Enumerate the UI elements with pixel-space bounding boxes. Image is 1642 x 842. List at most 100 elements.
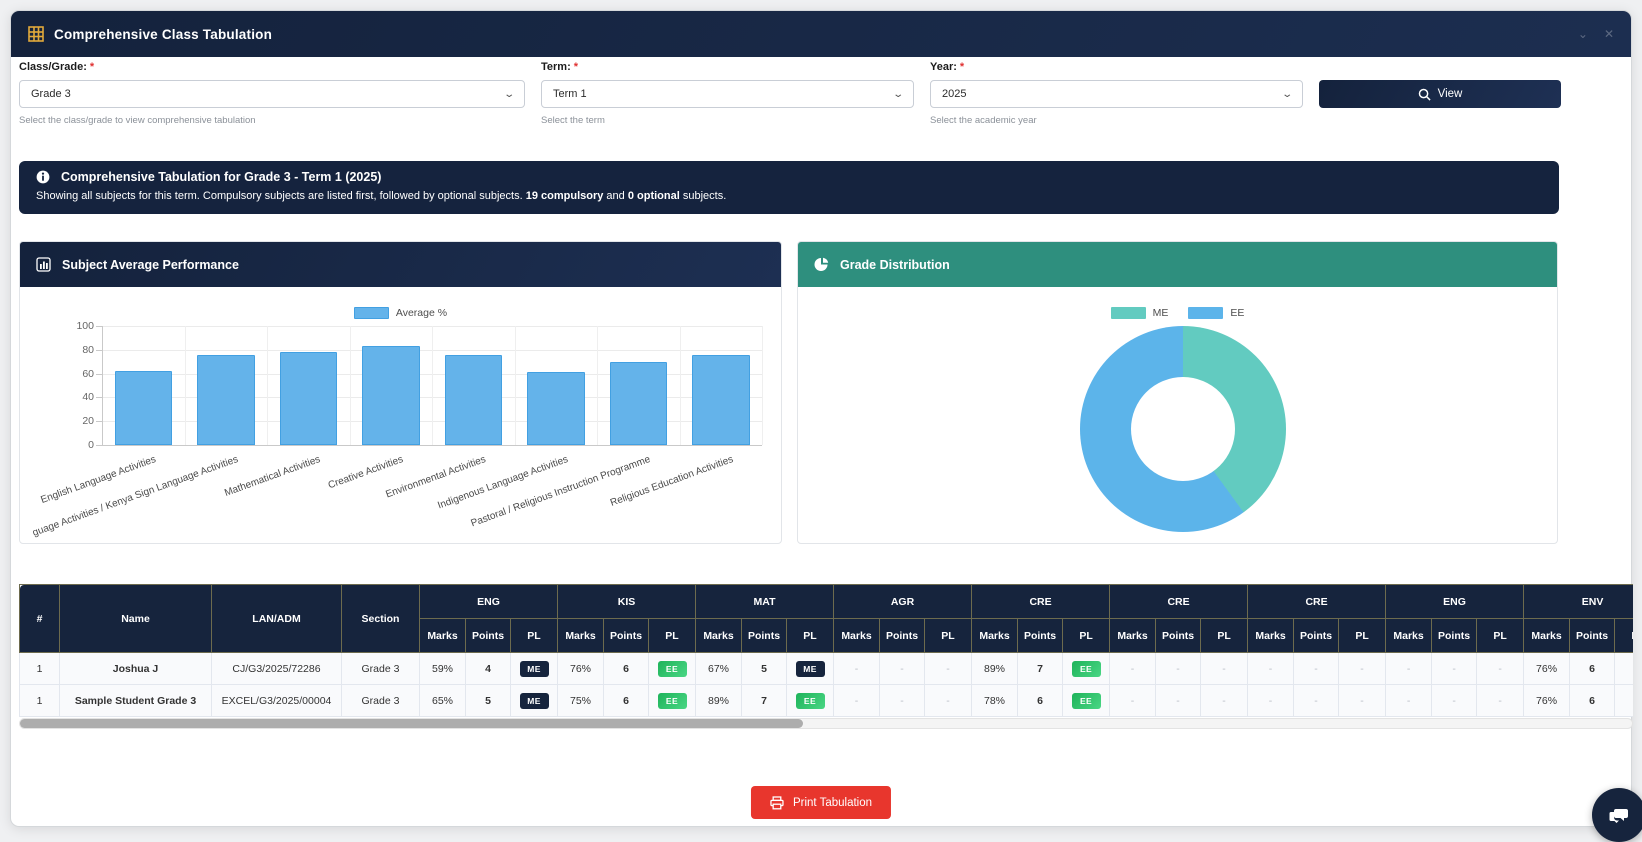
chat-bubbles-icon: [1608, 804, 1630, 826]
sub-column-header: Points: [1294, 619, 1339, 653]
table-cell: 78%: [972, 685, 1018, 717]
table-cell: 6: [1018, 685, 1063, 717]
sub-column-header: Points: [466, 619, 511, 653]
table-row: 1Joshua JCJ/G3/2025/72286Grade 359%4ME76…: [20, 653, 1634, 685]
table-cell: EE: [1063, 685, 1110, 717]
class-grade-helper: Select the class/grade to view comprehen…: [19, 115, 525, 126]
printer-icon: [770, 796, 784, 810]
legend-swatch: [354, 307, 389, 319]
bar-1: [197, 355, 255, 445]
subject-average-card: Subject Average Performance Average %020…: [19, 241, 782, 544]
view-button[interactable]: View: [1319, 80, 1561, 108]
chat-fab-button[interactable]: [1592, 788, 1642, 842]
sub-column-header: PL: [925, 619, 972, 653]
y-axis-label: 60: [50, 368, 94, 380]
sub-column-header: PL: [1477, 619, 1524, 653]
tabulation-table-wrap: #NameLAN/ADMSectionENGKISMATAGRCRECRECRE…: [19, 584, 1633, 717]
horizontal-scrollbar[interactable]: [19, 718, 1633, 729]
table-cell: Sample Student Grade 3: [60, 685, 212, 717]
sub-column-header: Points: [604, 619, 649, 653]
table-cell: -: [1477, 685, 1524, 717]
y-axis-label: 40: [50, 391, 94, 403]
table-cell: 6: [604, 685, 649, 717]
legend-item: Average %: [354, 307, 447, 319]
minimize-icon[interactable]: ⌄: [1578, 27, 1588, 41]
column-header: #: [20, 585, 60, 653]
table-cell: 65%: [420, 685, 466, 717]
term-select[interactable]: Term 1 ⌄: [541, 80, 914, 108]
table-cell: -: [1294, 685, 1339, 717]
bar-chart-icon: [36, 257, 51, 272]
sub-column-header: PL: [1339, 619, 1386, 653]
table-cell: -: [1156, 685, 1201, 717]
sub-column-header: Marks: [696, 619, 742, 653]
y-axis-label: 100: [50, 320, 94, 332]
bar-6: [610, 362, 668, 445]
table-cell: -: [834, 685, 880, 717]
pl-badge-ee: EE: [658, 661, 687, 677]
table-cell: 75%: [558, 685, 604, 717]
bar-5: [527, 372, 585, 445]
bar-7: [692, 355, 750, 445]
class-grade-select[interactable]: Grade 3 ⌄: [19, 80, 525, 108]
sub-column-header: PL: [787, 619, 834, 653]
gridline: [102, 326, 103, 445]
year-select[interactable]: 2025 ⌄: [930, 80, 1303, 108]
column-header: Section: [342, 585, 420, 653]
gridline: [597, 326, 598, 445]
scrollbar-thumb[interactable]: [20, 719, 803, 728]
table-cell: 76%: [1524, 653, 1570, 685]
bar-3: [362, 346, 420, 445]
banner-body: Showing all subjects for this term. Comp…: [36, 190, 1542, 202]
legend-item: ME: [1111, 307, 1169, 319]
tabulation-table: #NameLAN/ADMSectionENGKISMATAGRCRECRECRE…: [19, 584, 1633, 717]
info-icon: [36, 170, 50, 184]
table-cell: 7: [742, 685, 787, 717]
sub-column-header: Marks: [1524, 619, 1570, 653]
table-cell: EE: [649, 653, 696, 685]
subject-group-header: CRE: [972, 585, 1110, 619]
subject-group-header: KIS: [558, 585, 696, 619]
chart-legend: Average %: [20, 307, 781, 319]
table-grid-icon: [28, 26, 44, 42]
table-cell: -: [1432, 653, 1477, 685]
table-cell: EE: [649, 685, 696, 717]
gridline: [185, 326, 186, 445]
y-axis-label: 80: [50, 344, 94, 356]
sub-column-header: Marks: [1110, 619, 1156, 653]
subject-group-header: MAT: [696, 585, 834, 619]
table-cell: [1615, 653, 1633, 685]
sub-column-header: Marks: [1386, 619, 1432, 653]
class-grade-label: Class/Grade:*: [19, 61, 525, 76]
table-cell: -: [834, 653, 880, 685]
table-cell: 76%: [1524, 685, 1570, 717]
table-cell: -: [1339, 685, 1386, 717]
print-tabulation-button[interactable]: Print Tabulation: [751, 786, 891, 819]
table-cell: -: [1339, 653, 1386, 685]
table-cell: [1615, 685, 1633, 717]
table-cell: -: [1386, 653, 1432, 685]
term-helper: Select the term: [541, 115, 914, 126]
legend-swatch: [1111, 307, 1146, 319]
close-icon[interactable]: ✕: [1604, 27, 1614, 41]
year-label: Year:*: [930, 61, 1303, 76]
sub-column-header: PL: [649, 619, 696, 653]
table-cell: -: [1156, 653, 1201, 685]
sub-column-header: PL: [1201, 619, 1248, 653]
pl-badge-me: ME: [520, 661, 549, 677]
table-cell: 59%: [420, 653, 466, 685]
table-row: 1Sample Student Grade 3EXCEL/G3/2025/000…: [20, 685, 1634, 717]
subject-group-header: ENV: [1524, 585, 1633, 619]
chart-legend: MEEE: [798, 307, 1557, 319]
table-cell: 4: [466, 653, 511, 685]
sub-column-header: Points: [742, 619, 787, 653]
axis-tick: [96, 445, 102, 446]
table-cell: 67%: [696, 653, 742, 685]
table-cell: -: [1201, 685, 1248, 717]
bar-0: [115, 371, 173, 445]
sub-column-header: Marks: [558, 619, 604, 653]
table-cell: -: [1201, 653, 1248, 685]
gridline: [267, 326, 268, 445]
card-title: Grade Distribution: [840, 258, 950, 272]
pl-badge-ee: EE: [658, 693, 687, 709]
